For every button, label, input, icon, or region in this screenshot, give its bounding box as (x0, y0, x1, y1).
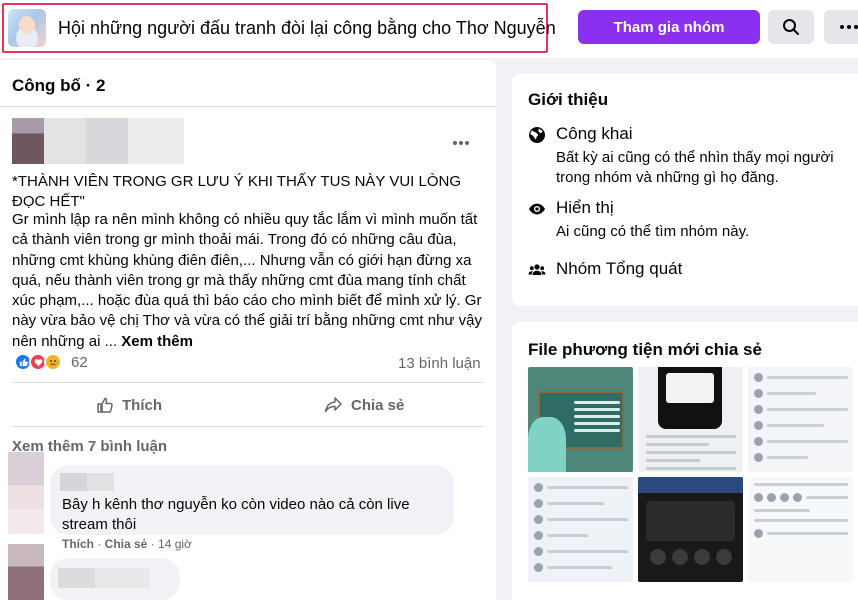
globe-icon (529, 127, 545, 143)
media-thumbnail[interactable] (528, 367, 633, 472)
comment-actions: Thích · Chia sẻ · 14 giờ (62, 537, 192, 551)
like-label: Thích (122, 396, 162, 414)
privacy-title: Công khai (556, 124, 633, 143)
group-identity-highlight: Hội những người đấu tranh đòi lại công b… (2, 3, 556, 53)
thumbnail-art (528, 417, 566, 472)
comment-bubble: Bây h kênh thơ nguyễn ko còn video nào c… (50, 465, 454, 535)
post-options-button[interactable] (452, 132, 470, 148)
post-body-text: Gr mình lập ra nên mình không có nhiều q… (12, 211, 482, 350)
people-icon (528, 264, 546, 275)
recent-media-card: File phương tiện mới chia sẻ (512, 322, 858, 600)
media-thumbnail[interactable] (638, 477, 743, 582)
visibility-item: Hiển thị Ai cũng có thể tìm nhóm này. (528, 198, 848, 246)
share-button[interactable]: Chia sẻ (324, 396, 404, 414)
thumbnail-art (646, 435, 736, 472)
author-name-blurred[interactable] (44, 118, 184, 164)
about-title: Giới thiệu (528, 90, 609, 109)
search-button[interactable] (768, 10, 814, 44)
group-name[interactable]: Hội những người đấu tranh đòi lại công b… (58, 18, 556, 39)
media-thumbnail[interactable] (748, 367, 853, 472)
commenter-avatar-blurred[interactable] (8, 452, 44, 534)
reaction-count: 62 (71, 353, 88, 371)
more-icon (840, 25, 858, 29)
commenter-name-blurred[interactable] (58, 568, 150, 588)
comment-text: Bây h kênh thơ nguyễn ko còn video nào c… (62, 496, 410, 533)
thumbnail-art (638, 477, 743, 493)
thumbnail-art (754, 483, 848, 545)
thumbnail-art (534, 483, 628, 579)
eye-icon (529, 203, 545, 215)
recent-media-title: File phương tiện mới chia sẻ (528, 340, 762, 359)
media-thumbnail[interactable] (528, 477, 633, 582)
divider (12, 382, 484, 383)
see-more-link[interactable]: Xem thêm (121, 333, 193, 350)
media-thumbnail[interactable] (748, 477, 853, 582)
announcements-card: Công bố · 2 *THÀNH VIÊN TRONG GR LƯU Ý K… (0, 60, 496, 600)
divider (0, 106, 496, 107)
divider (12, 426, 484, 427)
group-avatar[interactable] (8, 9, 46, 47)
thumbs-up-icon (97, 397, 113, 413)
commenter-avatar-blurred[interactable] (8, 544, 44, 600)
share-icon (324, 397, 342, 413)
comment-bubble (50, 558, 180, 600)
thumbnail-art (650, 549, 732, 565)
commenter-name-blurred[interactable] (60, 473, 114, 491)
sad-reaction-icon (44, 353, 62, 371)
about-card: Giới thiệu Công khai Bất kỳ ai cũng có t… (512, 74, 858, 306)
comment-share-link[interactable]: Chia sẻ (105, 537, 148, 551)
reaction-summary[interactable]: 62 (14, 353, 88, 371)
comment-like-link[interactable]: Thích (62, 537, 94, 551)
thumbnail-art (754, 373, 848, 469)
thumbnail-art (646, 501, 735, 541)
thumbnail-art (658, 367, 722, 429)
visibility-title: Hiển thị (556, 198, 614, 217)
more-icon (453, 141, 469, 145)
group-header: Hội những người đấu tranh đòi lại công b… (0, 0, 858, 58)
media-thumbnail[interactable] (638, 367, 743, 472)
visibility-description: Ai cũng có thể tìm nhóm này. (556, 223, 750, 240)
post-body: Gr mình lập ra nên mình không có nhiều q… (12, 210, 486, 352)
join-group-button[interactable]: Tham gia nhóm (578, 10, 760, 44)
privacy-public-item: Công khai Bất kỳ ai cũng có thể nhìn thấ… (528, 124, 848, 194)
share-label: Chia sẻ (351, 396, 405, 414)
group-type-item: Nhóm Tổng quát (528, 259, 848, 283)
comment-count[interactable]: 13 bình luận (398, 355, 481, 372)
search-icon (783, 19, 799, 35)
author-avatar-blurred[interactable] (12, 118, 44, 164)
announcements-title: Công bố · 2 (12, 76, 106, 95)
privacy-description: Bất kỳ ai cũng có thể nhìn thấy mọi ngườ… (556, 149, 834, 186)
post-heading: *THÀNH VIÊN TRONG GR LƯU Ý KHI THẤY TUS … (12, 173, 462, 210)
like-button[interactable]: Thích (96, 396, 162, 414)
group-type-title: Nhóm Tổng quát (556, 259, 683, 278)
comment-time[interactable]: 14 giờ (158, 537, 192, 551)
more-button[interactable] (824, 10, 858, 44)
thumbnail-art (574, 401, 620, 436)
